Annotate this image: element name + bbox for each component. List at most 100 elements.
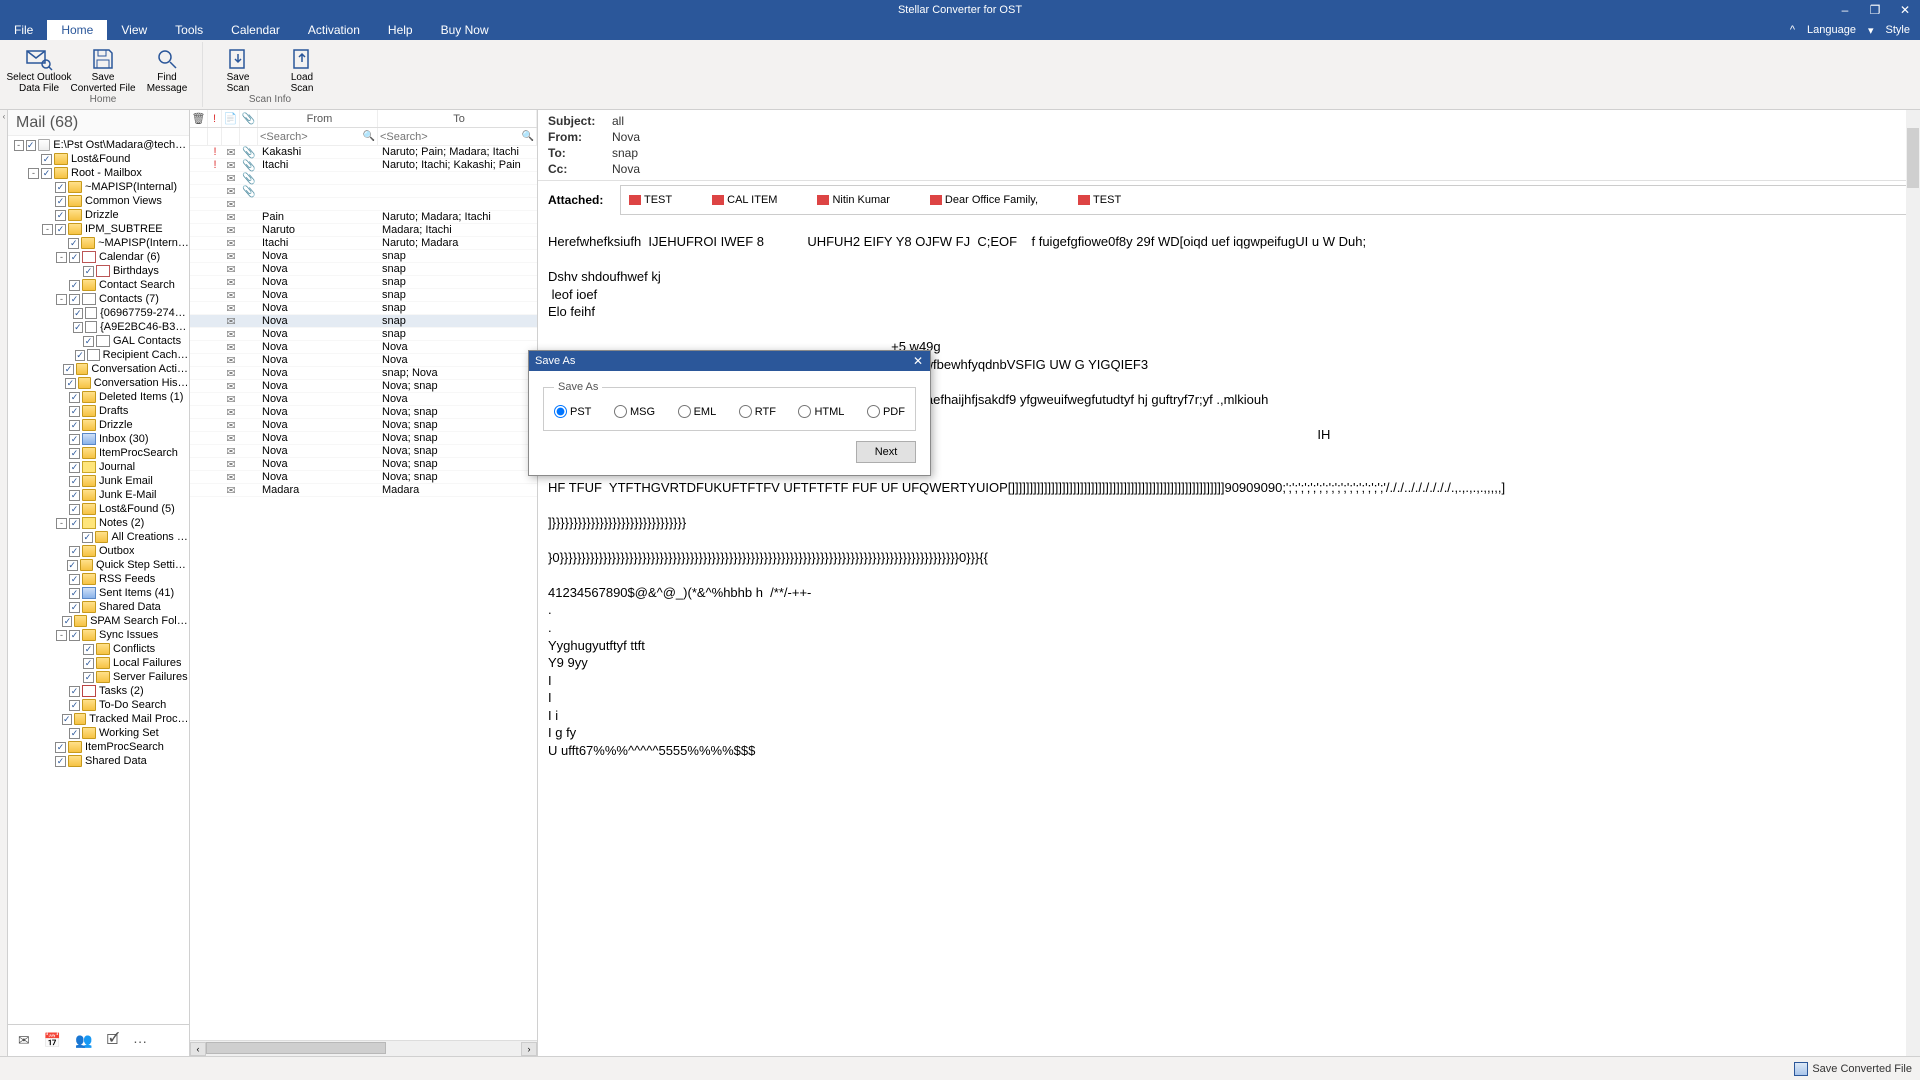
checkbox[interactable]: ✓ xyxy=(69,504,80,515)
message-row[interactable]: ✉ xyxy=(190,198,537,211)
radio-rtf[interactable]: RTF xyxy=(739,405,776,418)
checkbox[interactable]: ✓ xyxy=(55,196,66,207)
checkbox[interactable]: ✓ xyxy=(83,266,94,277)
collapse-icon[interactable]: - xyxy=(42,224,53,235)
collapse-icon[interactable]: - xyxy=(14,140,24,151)
scroll-left-button[interactable]: ‹ xyxy=(190,1042,206,1056)
tree-node[interactable]: ✓Lost&Found (5) xyxy=(10,502,189,516)
search-to-input[interactable] xyxy=(380,131,520,143)
message-row[interactable]: ✉NovaNova; snap xyxy=(190,419,537,432)
ribbon-find-msg[interactable]: Find Message xyxy=(138,44,196,94)
checkbox[interactable]: ✓ xyxy=(69,294,80,305)
language-menu[interactable]: Language xyxy=(1803,20,1860,40)
tree-node[interactable]: ✓Deleted Items (1) xyxy=(10,390,189,404)
column-attachment-icon[interactable]: 📎 xyxy=(240,110,258,127)
message-row[interactable]: ✉MadaraMadara xyxy=(190,484,537,497)
message-row[interactable]: ✉NovaNova xyxy=(190,393,537,406)
minimize-button[interactable]: – xyxy=(1830,0,1860,20)
tree-node[interactable]: ✓Server Failures xyxy=(10,670,189,684)
message-row[interactable]: ✉📎 xyxy=(190,172,537,185)
message-row[interactable]: ✉NovaNova; snap xyxy=(190,380,537,393)
message-row[interactable]: ✉Novasnap; Nova xyxy=(190,367,537,380)
radio-pdf[interactable]: PDF xyxy=(867,405,905,418)
checkbox[interactable]: ✓ xyxy=(68,238,79,249)
tree-node[interactable]: ✓Shared Data xyxy=(10,754,189,768)
collapse-icon[interactable]: - xyxy=(56,518,67,529)
tree-node[interactable]: ✓Local Failures xyxy=(10,656,189,670)
tab-tools[interactable]: Tools xyxy=(161,20,217,40)
radio-pst[interactable]: PST xyxy=(554,405,591,418)
radio-input[interactable] xyxy=(554,405,567,418)
tree-node[interactable]: ✓SPAM Search Folder 2 xyxy=(10,614,189,628)
checkbox[interactable]: ✓ xyxy=(69,630,80,641)
column-delete-icon[interactable]: 🗑 xyxy=(190,110,208,127)
message-rows[interactable]: !✉📎KakashiNaruto; Pain; Madara; Itachi!✉… xyxy=(190,146,537,1040)
checkbox[interactable]: ✓ xyxy=(26,140,36,151)
ribbon-load-scan[interactable]: Load Scan xyxy=(273,44,331,94)
radio-input[interactable] xyxy=(739,405,752,418)
column-from[interactable]: From xyxy=(258,110,378,127)
tree-node[interactable]: ✓~MAPISP(Internal) xyxy=(10,180,189,194)
checkbox[interactable]: ✓ xyxy=(69,546,80,557)
tree-node[interactable]: ✓Drafts xyxy=(10,404,189,418)
tree-node[interactable]: ✓RSS Feeds xyxy=(10,572,189,586)
radio-input[interactable] xyxy=(867,405,880,418)
attachment-item[interactable]: CAL ITEM xyxy=(712,194,777,206)
search-icon[interactable]: 🔍 xyxy=(522,131,534,142)
column-to[interactable]: To xyxy=(378,110,537,127)
tab-file[interactable]: File xyxy=(0,20,47,40)
attachment-item[interactable]: Nitin Kumar xyxy=(817,194,889,206)
message-row[interactable]: ✉NovaNova xyxy=(190,354,537,367)
ribbon-select-ost[interactable]: Select Outlook Data File xyxy=(10,44,68,94)
radio-msg[interactable]: MSG xyxy=(614,405,655,418)
tree-node[interactable]: ✓Junk Email xyxy=(10,474,189,488)
tree-node[interactable]: ✓Tracked Mail Processin xyxy=(10,712,189,726)
message-row[interactable]: ✉NovaNova xyxy=(190,341,537,354)
tab-home[interactable]: Home xyxy=(47,20,107,40)
tree-node[interactable]: -✓Contacts (7) xyxy=(10,292,189,306)
tree-node[interactable]: ✓Birthdays xyxy=(10,264,189,278)
checkbox[interactable]: ✓ xyxy=(55,224,66,235)
tab-activation[interactable]: Activation xyxy=(294,20,374,40)
checkbox[interactable]: ✓ xyxy=(69,588,80,599)
sidebar-collapse-strip[interactable]: ‹ xyxy=(0,110,8,1056)
message-row[interactable]: ✉NovaNova; snap xyxy=(190,432,537,445)
tree-node[interactable]: ✓ItemProcSearch xyxy=(10,740,189,754)
tree-node[interactable]: ✓Recipient Cache (5) xyxy=(10,348,189,362)
tree-node[interactable]: ✓Quick Step Settings xyxy=(10,558,189,572)
message-row[interactable]: ✉Novasnap xyxy=(190,289,537,302)
dialog-close-button[interactable]: ✕ xyxy=(910,353,926,369)
checkbox[interactable]: ✓ xyxy=(41,168,52,179)
tree-node[interactable]: -✓E:\Pst Ost\Madara@tech.com - xyxy=(10,138,189,152)
checkbox[interactable]: ✓ xyxy=(55,210,66,221)
tree-node[interactable]: ✓Shared Data xyxy=(10,600,189,614)
more-nav-icon[interactable]: ··· xyxy=(133,1033,147,1049)
checkbox[interactable]: ✓ xyxy=(55,756,66,767)
checkbox[interactable]: ✓ xyxy=(69,406,80,417)
checkbox[interactable]: ✓ xyxy=(69,280,80,291)
checkbox[interactable]: ✓ xyxy=(55,742,66,753)
message-row[interactable]: ✉Novasnap xyxy=(190,276,537,289)
checkbox[interactable]: ✓ xyxy=(67,560,78,571)
checkbox[interactable]: ✓ xyxy=(69,476,80,487)
dialog-titlebar[interactable]: Save As ✕ xyxy=(529,351,930,371)
tree-node[interactable]: ✓Working Set xyxy=(10,726,189,740)
tree-node[interactable]: -✓Notes (2) xyxy=(10,516,189,530)
tree-node[interactable]: ✓Conversation Action S xyxy=(10,362,189,376)
tree-node[interactable]: ✓Lost&Found xyxy=(10,152,189,166)
checkbox[interactable]: ✓ xyxy=(41,154,52,165)
maximize-button[interactable]: ❐ xyxy=(1860,0,1890,20)
message-row[interactable]: ✉NovaNova; snap xyxy=(190,445,537,458)
style-menu[interactable]: Style xyxy=(1882,20,1914,40)
message-row[interactable]: ✉NarutoMadara; Itachi xyxy=(190,224,537,237)
checkbox[interactable]: ✓ xyxy=(69,602,80,613)
checkbox[interactable]: ✓ xyxy=(75,350,85,361)
checkbox[interactable]: ✓ xyxy=(62,714,72,725)
style-caret-icon[interactable]: ▾ xyxy=(1864,20,1878,40)
message-row[interactable]: ✉Novasnap xyxy=(190,263,537,276)
collapse-icon[interactable]: - xyxy=(56,252,67,263)
close-button[interactable]: ✕ xyxy=(1890,0,1920,20)
checkbox[interactable]: ✓ xyxy=(73,308,83,319)
checkbox[interactable]: ✓ xyxy=(83,336,94,347)
tree-node[interactable]: ✓{A9E2BC46-B3A0-… xyxy=(10,320,189,334)
